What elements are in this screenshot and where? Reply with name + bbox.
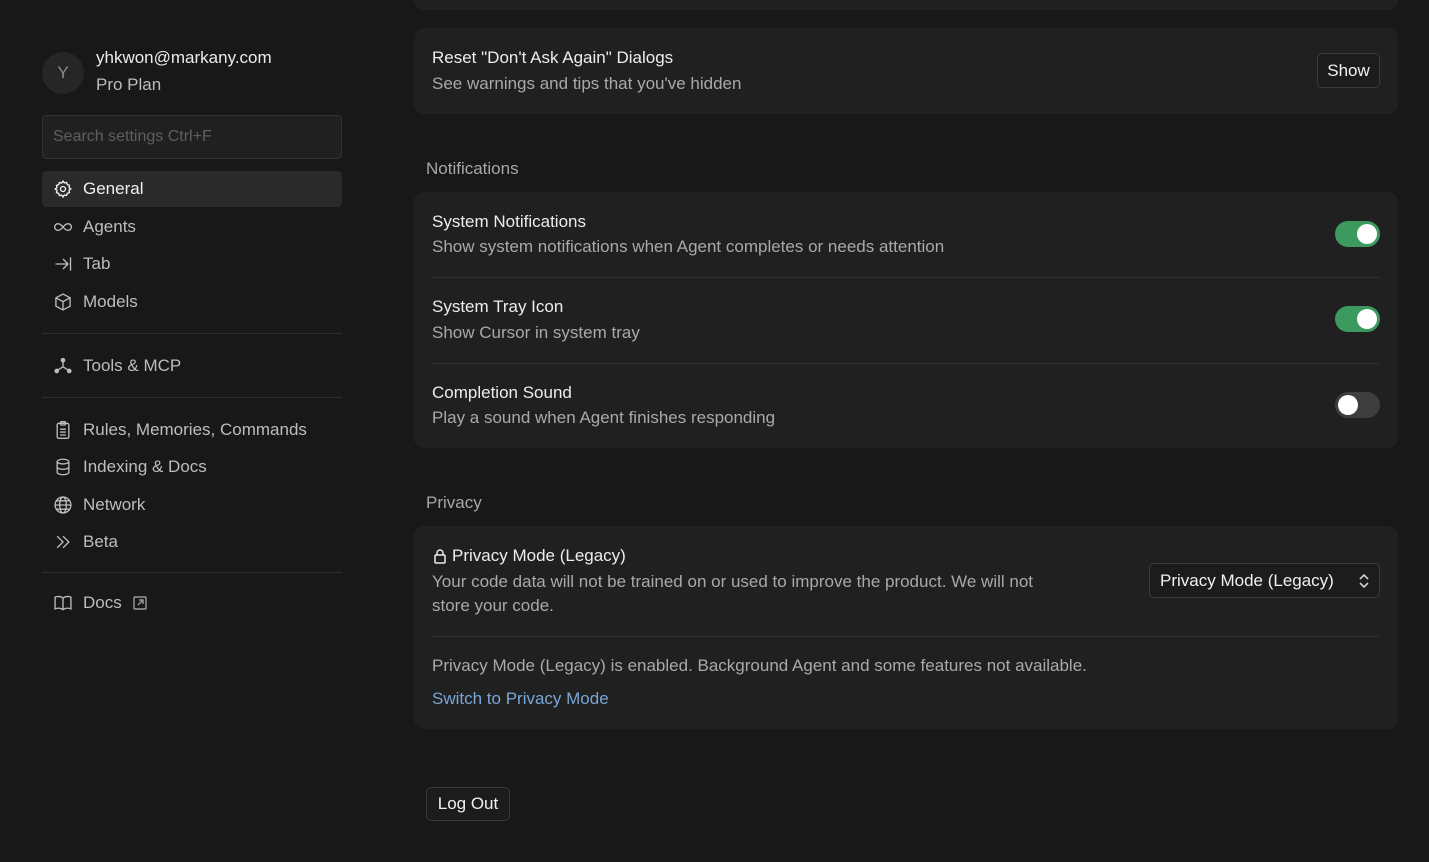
- privacy-mode-title: Privacy Mode (Legacy): [452, 546, 626, 565]
- cube-icon: [52, 291, 74, 313]
- system-tray-icon-title: System Tray Icon: [432, 297, 564, 316]
- sidebar-item-label: Rules, Memories, Commands: [83, 420, 307, 439]
- clipboard-icon: [52, 419, 74, 441]
- reset-dialogs-card: Reset "Don't Ask Again" Dialogs See warn…: [414, 28, 1398, 114]
- privacy-mode-title-row: Privacy Mode (Legacy): [432, 546, 626, 566]
- switch-to-privacy-mode-link[interactable]: Switch to Privacy Mode: [432, 689, 609, 709]
- privacy-card: Privacy Mode (Legacy) Your code data wil…: [414, 526, 1398, 729]
- nodes-icon: [52, 355, 74, 377]
- row-divider: [432, 277, 1380, 278]
- sidebar-item-label: Tab: [83, 254, 111, 273]
- privacy-mode-description-line2: store your code.: [432, 596, 554, 615]
- privacy-mode-select-value: Privacy Mode (Legacy): [1160, 570, 1334, 590]
- row-divider: [432, 363, 1380, 364]
- reset-dialogs-title: Reset "Don't Ask Again" Dialogs: [432, 48, 674, 67]
- sidebar-item-label: Beta: [83, 532, 118, 551]
- gear-icon: [52, 178, 74, 200]
- sidebar-item-beta[interactable]: Beta: [42, 524, 342, 560]
- sidebar-item-docs[interactable]: Docs: [42, 585, 342, 621]
- completion-sound-toggle[interactable]: [1335, 392, 1380, 418]
- database-icon: [52, 456, 74, 478]
- globe-icon: [52, 494, 74, 516]
- avatar: Y: [42, 52, 84, 94]
- arrow-right-to-bar-icon: [52, 253, 74, 275]
- chevron-up-down-icon: [1357, 571, 1371, 591]
- system-notifications-title: System Notifications: [432, 212, 586, 231]
- search-settings-input[interactable]: [42, 115, 342, 159]
- infinity-icon: [52, 216, 74, 238]
- external-link-icon: [132, 595, 148, 611]
- reset-dialogs-description: See warnings and tips that you've hidden: [432, 74, 742, 93]
- book-icon: [52, 592, 74, 614]
- notifications-card: System Notifications Show system notific…: [414, 192, 1398, 448]
- sidebar-item-network[interactable]: Network: [42, 487, 342, 523]
- system-tray-icon-description: Show Cursor in system tray: [432, 323, 640, 342]
- sidebar-item-indexing-docs[interactable]: Indexing & Docs: [42, 449, 342, 485]
- log-out-button[interactable]: Log Out: [426, 787, 510, 821]
- sidebar-item-rules[interactable]: Rules, Memories, Commands: [42, 412, 342, 448]
- toggle-knob: [1357, 309, 1377, 329]
- notifications-section-title: Notifications: [426, 159, 519, 178]
- double-chevron-right-icon: [52, 531, 74, 553]
- sidebar-item-label: Tools & MCP: [83, 356, 182, 375]
- sidebar-item-label: Docs: [83, 593, 122, 612]
- user-plan: Pro Plan: [96, 75, 162, 94]
- completion-sound-description: Play a sound when Agent finishes respond…: [432, 408, 776, 427]
- sidebar-item-models[interactable]: Models: [42, 284, 342, 320]
- sidebar-divider: [42, 333, 342, 334]
- system-tray-icon-toggle[interactable]: [1335, 306, 1380, 332]
- toggle-knob: [1338, 395, 1358, 415]
- previous-settings-card: [414, 0, 1398, 10]
- sidebar-item-label: Models: [83, 292, 138, 311]
- system-notifications-description: Show system notifications when Agent com…: [432, 237, 945, 256]
- show-hidden-dialogs-button[interactable]: Show: [1317, 53, 1380, 88]
- sidebar-divider: [42, 397, 342, 398]
- sidebar-item-agents[interactable]: Agents: [42, 209, 342, 245]
- sidebar-item-tab[interactable]: Tab: [42, 246, 342, 282]
- sidebar-item-general[interactable]: General: [42, 171, 342, 207]
- sidebar-item-label: Indexing & Docs: [83, 457, 207, 476]
- privacy-section-title: Privacy: [426, 493, 482, 512]
- toggle-knob: [1357, 224, 1377, 244]
- privacy-mode-description-line1: Your code data will not be trained on or…: [432, 572, 1034, 591]
- sidebar-item-label: Agents: [83, 217, 136, 236]
- completion-sound-title: Completion Sound: [432, 383, 572, 402]
- user-email: yhkwon@markany.com: [96, 48, 272, 67]
- privacy-mode-status: Privacy Mode (Legacy) is enabled. Backgr…: [432, 656, 1087, 675]
- sidebar-item-label: Network: [83, 495, 146, 514]
- row-divider: [432, 636, 1380, 637]
- sidebar-item-label: General: [83, 179, 144, 198]
- lock-icon: [432, 548, 448, 564]
- privacy-mode-select[interactable]: Privacy Mode (Legacy): [1149, 563, 1380, 598]
- sidebar-divider: [42, 572, 342, 573]
- sidebar-item-tools-mcp[interactable]: Tools & MCP: [42, 348, 342, 384]
- user-profile: Y yhkwon@markany.com Pro Plan: [42, 48, 342, 98]
- system-notifications-toggle[interactable]: [1335, 221, 1380, 247]
